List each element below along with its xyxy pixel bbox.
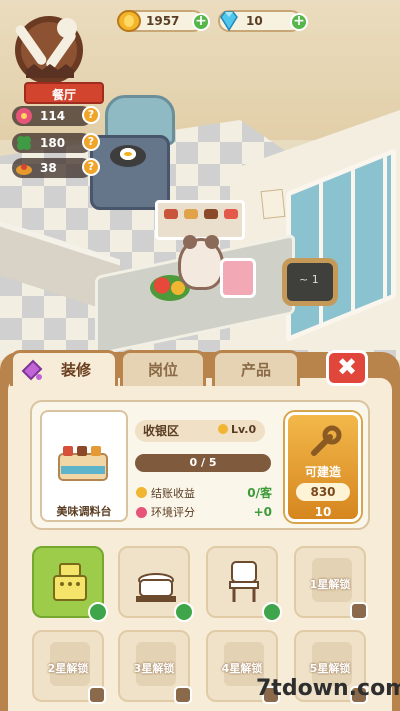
close-button[interactable]: ✖ (326, 350, 368, 386)
item-name: 美味调料台 (56, 505, 112, 518)
dessert-shelf[interactable] (155, 200, 245, 240)
hamster-cashier[interactable] (178, 235, 224, 290)
seasoning-counter-icon (58, 446, 108, 481)
build-cost: 830 (296, 483, 350, 501)
tab-positions[interactable]: 岗位 (120, 350, 206, 386)
help-icon[interactable]: ? (82, 158, 100, 176)
stat-flower: 114 ? (12, 106, 100, 126)
env-label: 环境评分 (151, 506, 195, 519)
slot-locked-2[interactable]: 2星解锁 (32, 630, 106, 704)
coin-icon (136, 487, 147, 498)
build-button[interactable]: 可建造 830 10 (285, 412, 361, 522)
slot-cooking-pot[interactable] (118, 546, 194, 622)
flower-icon (16, 108, 32, 124)
upgrade-icon (88, 602, 108, 622)
unlock-label: 4星解锁 (221, 662, 263, 675)
lock-icon (88, 686, 106, 704)
checkout-income-row: 结账收益 0/客 (136, 484, 272, 501)
slot-locked-3[interactable]: 3星解锁 (118, 630, 192, 704)
clover-icon (17, 136, 31, 150)
checkout-value: 0/客 (247, 486, 272, 500)
tab-decorate[interactable]: 装修 (10, 350, 118, 386)
add-gold-button[interactable]: + (192, 13, 210, 31)
build-bonus: 10 (314, 505, 332, 519)
flower-icon (136, 506, 147, 518)
gold-coin-icon (117, 10, 141, 32)
gem-counter: 10 + (218, 10, 308, 32)
fried-egg (120, 148, 136, 160)
gem-amount: 10 (246, 14, 263, 28)
watermark: 7tdown.com (256, 676, 400, 701)
cash-register[interactable] (220, 258, 256, 298)
lock-icon (350, 602, 368, 620)
upgrade-progress-bar: 0 / 5 (135, 454, 271, 472)
wrench-icon (311, 425, 342, 456)
stat-clover-value: 180 (40, 136, 66, 150)
help-icon[interactable]: ? (82, 106, 100, 124)
chalkboard-sign[interactable]: ~ 1 (282, 258, 338, 306)
env-value: +0 (253, 505, 272, 519)
slot-chair[interactable] (206, 546, 282, 622)
cooking-pot-icon (136, 573, 176, 602)
gold-counter: 1957 + (117, 10, 210, 32)
add-gem-button[interactable]: + (290, 13, 308, 31)
badge-label: 餐厅 (24, 82, 104, 104)
environment-score-row: 环境评分 +0 (136, 504, 272, 520)
restaurant-badge[interactable]: 餐厅 (4, 8, 104, 104)
stat-clover: 180 ? (12, 133, 100, 153)
diamond-icon (220, 11, 238, 32)
wall-poster (260, 188, 286, 220)
unlock-label: 1星解锁 (309, 578, 351, 591)
stat-food: 38 ? (12, 158, 100, 178)
stat-food-value: 38 (40, 161, 57, 175)
slot-locked-1[interactable]: 1星解锁 (294, 546, 368, 620)
level-badge: Lv.0 (218, 423, 256, 436)
unlock-label: 3星解锁 (133, 662, 175, 675)
tab-label: 产品 (240, 361, 271, 379)
gold-amount: 1957 (146, 14, 180, 28)
paint-bucket-icon (21, 359, 43, 381)
upgrade-icon (262, 602, 282, 622)
upgrade-icon (174, 602, 194, 622)
stat-flower-value: 114 (40, 109, 66, 123)
help-icon[interactable]: ? (82, 133, 100, 151)
build-label: 可建造 (304, 465, 341, 479)
lock-icon (174, 686, 192, 704)
unlock-label: 2星解锁 (47, 662, 89, 675)
tab-label: 岗位 (147, 361, 178, 379)
chair-icon (229, 561, 259, 602)
unlock-label: 5星解锁 (309, 662, 351, 675)
tab-label: 装修 (60, 361, 91, 379)
cash-register-icon (53, 563, 87, 601)
food-icon (16, 164, 32, 175)
tab-products[interactable]: 产品 (212, 350, 300, 386)
checkout-label: 结账收益 (151, 486, 195, 500)
slot-cash-register[interactable] (32, 546, 108, 622)
